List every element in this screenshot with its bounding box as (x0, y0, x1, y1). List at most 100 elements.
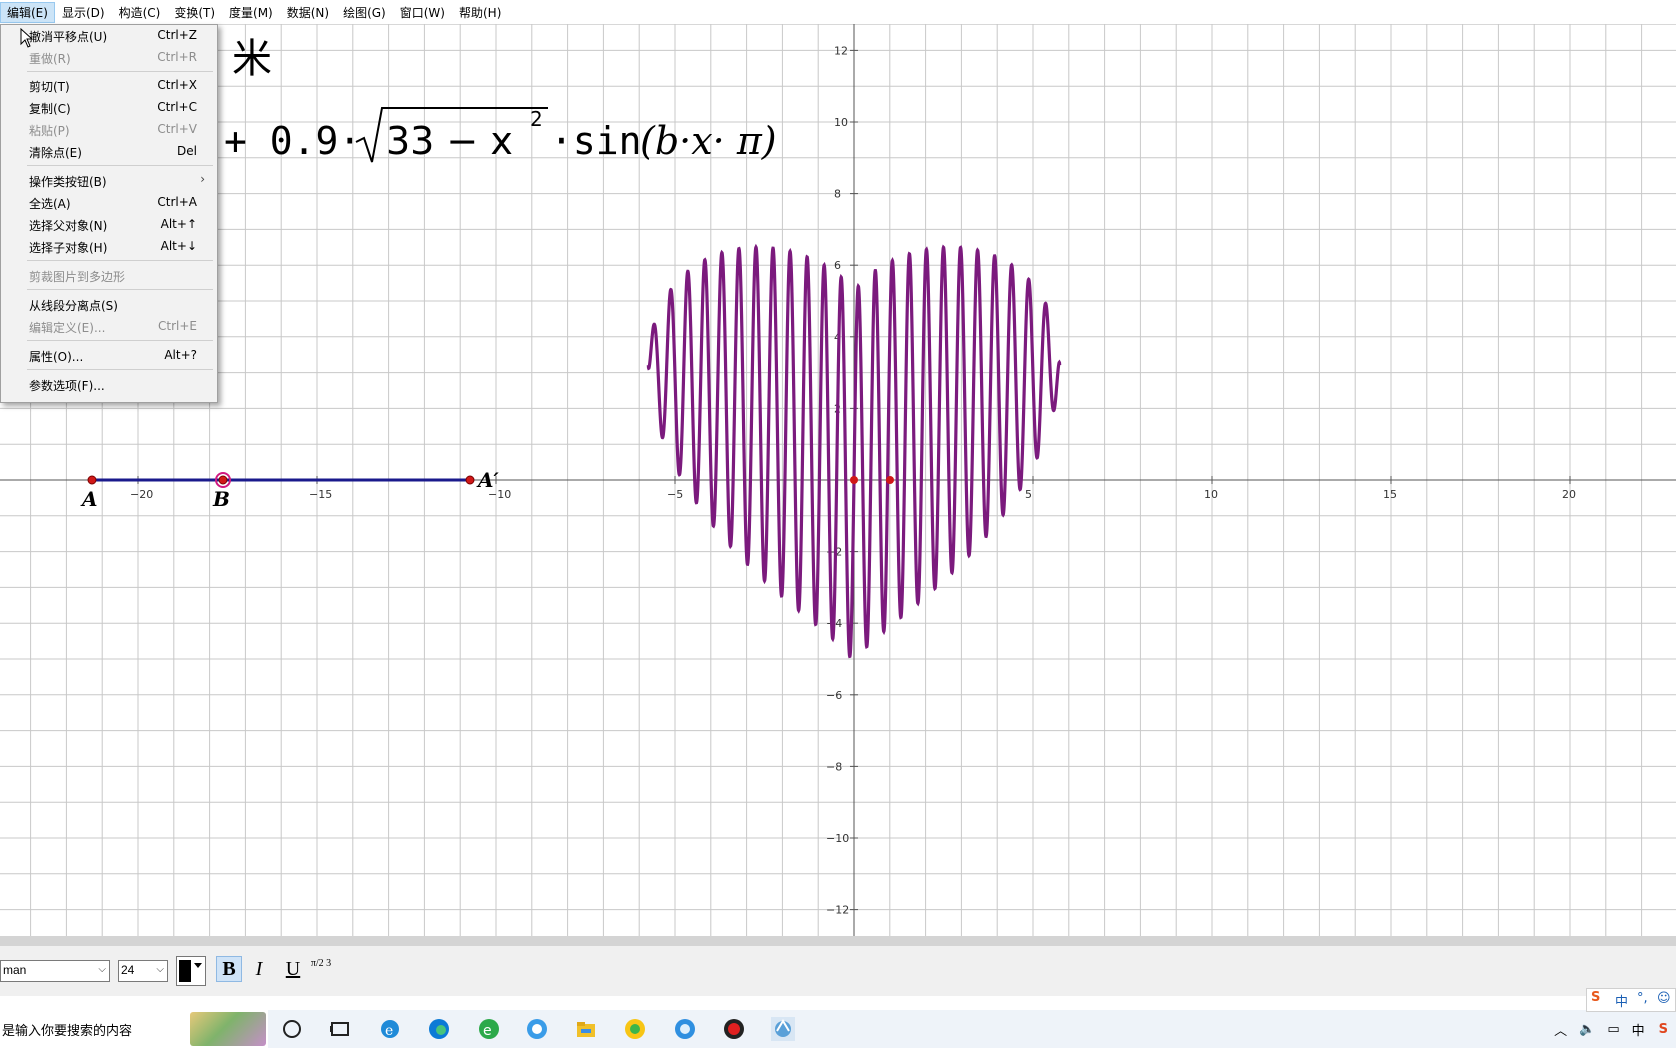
menu-item-cut[interactable]: 剪切(T) Ctrl+X (1, 76, 217, 96)
task-view-icon[interactable] (328, 1017, 352, 1041)
menu-transform[interactable]: 变换(T) (167, 2, 222, 23)
menu-separator (27, 289, 213, 290)
ime-skin-icon: ☺ (1657, 991, 1671, 1006)
formula[interactable]: + 0.9· 33 − x 2 ·sin (b·x· π) (224, 107, 777, 163)
system-tray: ︿ 🔈 ▭ 中 S (1548, 1010, 1676, 1048)
x-tick-label: 15 (1383, 488, 1397, 501)
menu-separator (27, 260, 213, 261)
menu-graph[interactable]: 绘图(G) (336, 2, 393, 23)
volume-icon[interactable]: 🔈 (1573, 1022, 1601, 1037)
text-format-toolbar: man ⌵ 24 ⌵ B I U π/2 3 (0, 946, 1676, 996)
status-strip (0, 936, 1676, 946)
menu-item-select-children[interactable]: 选择子对象(H) Alt+↓ (1, 237, 217, 257)
math-format-button[interactable]: π/2 3 (308, 956, 334, 984)
ie-browser-icon[interactable]: e (378, 1017, 402, 1041)
mouse-cursor-icon (20, 28, 34, 48)
sketch-canvas[interactable]: −20 −15 −10 −5 5 10 15 20 12108642−2−4−6−8−10−1… (0, 24, 1676, 936)
menu-edit[interactable]: 编辑(E) (0, 1, 55, 23)
font-size-select[interactable]: 24 ⌵ (118, 960, 168, 982)
show-hidden-icons-icon[interactable]: ︿ (1548, 1020, 1573, 1039)
ime-indicator[interactable]: 中 (1626, 1020, 1651, 1039)
formula-radicand: 33 − x (386, 119, 513, 163)
menu-separator (27, 165, 213, 166)
record-icon[interactable] (722, 1017, 746, 1041)
menu-display[interactable]: 显示(D) (55, 2, 112, 23)
menu-item-select-all[interactable]: 全选(A) Ctrl+A (1, 193, 217, 213)
text-color-picker[interactable] (176, 956, 206, 986)
ime-s-icon[interactable]: S (1651, 1022, 1676, 1037)
menu-item-edit-definition[interactable]: 编辑定义(E)... Ctrl+E (1, 317, 217, 337)
menu-bar: 编辑(E) 显示(D) 构造(C) 变换(T) 度量(M) 数据(N) 绘图(G… (0, 0, 1676, 25)
menu-measure[interactable]: 度量(M) (222, 2, 280, 23)
italic-button[interactable]: I (246, 956, 272, 982)
green-browser-icon[interactable]: e (477, 1017, 501, 1041)
ime-punct-icon: °, (1637, 991, 1648, 1006)
title-fragment[interactable]: 米 (232, 36, 272, 82)
label-a-prime[interactable]: A′ (476, 468, 500, 492)
y-tick-label: −8 (826, 760, 842, 773)
point-a[interactable] (87, 475, 97, 485)
origin-point[interactable] (850, 476, 858, 484)
menu-item-crop-picture[interactable]: 剪裁图片到多边形 (1, 266, 217, 286)
x-tick-label: 20 (1562, 488, 1576, 501)
music-app-icon[interactable] (623, 1017, 647, 1041)
menu-item-split-point[interactable]: 从线段分离点(S) (1, 295, 217, 315)
cortana-icon[interactable] (280, 1017, 304, 1041)
color-dropdown-arrow-icon (194, 963, 202, 968)
chevron-down-icon: ⌵ (98, 964, 106, 975)
y-tick-label: 6 (834, 259, 841, 272)
ime-floating-bar[interactable]: S 中 °, ☺ (1586, 988, 1676, 1012)
point-a-prime[interactable] (465, 475, 475, 485)
network-icon[interactable]: ▭ (1601, 1022, 1625, 1037)
menu-separator (27, 71, 213, 72)
menu-item-properties[interactable]: 属性(O)... Alt+? (1, 346, 217, 366)
y-tick-label: −10 (826, 832, 849, 845)
browser-app-icon[interactable] (673, 1017, 697, 1041)
y-tick-label: 12 (834, 44, 848, 57)
menu-window[interactable]: 窗口(W) (393, 2, 452, 23)
menu-item-redo[interactable]: 重做(R) Ctrl+R (1, 48, 217, 68)
y-tick-label: −12 (826, 904, 849, 917)
x-tick-label: 10 (1204, 488, 1218, 501)
chevron-down-icon: ⌵ (156, 964, 164, 975)
formula-args: (b·x· π) (640, 119, 777, 163)
y-tick-label: −6 (826, 689, 842, 702)
menu-help[interactable]: 帮助(H) (452, 2, 508, 23)
svg-text:e: e (385, 1023, 393, 1039)
menu-item-action-buttons[interactable]: 操作类按钮(B) › (1, 171, 217, 191)
x-tick-label: −5 (667, 488, 683, 501)
taskbar-search-box[interactable]: 是输入你要搜索的内容 (0, 1010, 268, 1048)
menu-item-copy[interactable]: 复制(C) Ctrl+C (1, 98, 217, 118)
y-tick-label: 10 (834, 116, 848, 129)
bold-button[interactable]: B (216, 956, 242, 982)
label-b[interactable]: B (212, 487, 230, 511)
formula-exponent: 2 (530, 107, 543, 131)
menu-number[interactable]: 数据(N) (280, 2, 336, 23)
menu-item-paste[interactable]: 粘贴(P) Ctrl+V (1, 120, 217, 140)
label-a[interactable]: A (80, 487, 98, 511)
sketchpad-app-icon[interactable] (771, 1017, 795, 1041)
color-swatch (179, 960, 191, 982)
menu-separator (27, 369, 213, 370)
font-family-select[interactable]: man ⌵ (0, 960, 110, 982)
underline-button[interactable]: U (280, 956, 306, 982)
y-tick-label: 8 (834, 188, 841, 201)
formula-sin: ·sin (550, 119, 642, 163)
file-explorer-icon[interactable] (574, 1017, 598, 1041)
formula-prefix: + 0.9· (224, 119, 361, 163)
point-b[interactable] (218, 475, 228, 485)
search-app-icon[interactable] (525, 1017, 549, 1041)
x-tick-label: 5 (1025, 488, 1032, 501)
submenu-arrow-icon: › (200, 172, 205, 186)
menu-item-select-parents[interactable]: 选择父对象(N) Alt+↑ (1, 215, 217, 235)
menu-item-preferences[interactable]: 参数选项(F)... (1, 375, 217, 395)
edge-browser-icon[interactable] (427, 1017, 451, 1041)
ime-logo-icon: S (1591, 990, 1601, 1005)
unit-point[interactable] (886, 476, 894, 484)
x-tick-label: −20 (130, 488, 153, 501)
menu-construct[interactable]: 构造(C) (112, 2, 168, 23)
edit-menu-dropdown: 撤消平移点(U) Ctrl+Z 重做(R) Ctrl+R 剪切(T) Ctrl+… (0, 24, 218, 403)
x-tick-label: −15 (309, 488, 332, 501)
menu-item-clear-point[interactable]: 清除点(E) Del (1, 142, 217, 162)
menu-separator (27, 340, 213, 341)
